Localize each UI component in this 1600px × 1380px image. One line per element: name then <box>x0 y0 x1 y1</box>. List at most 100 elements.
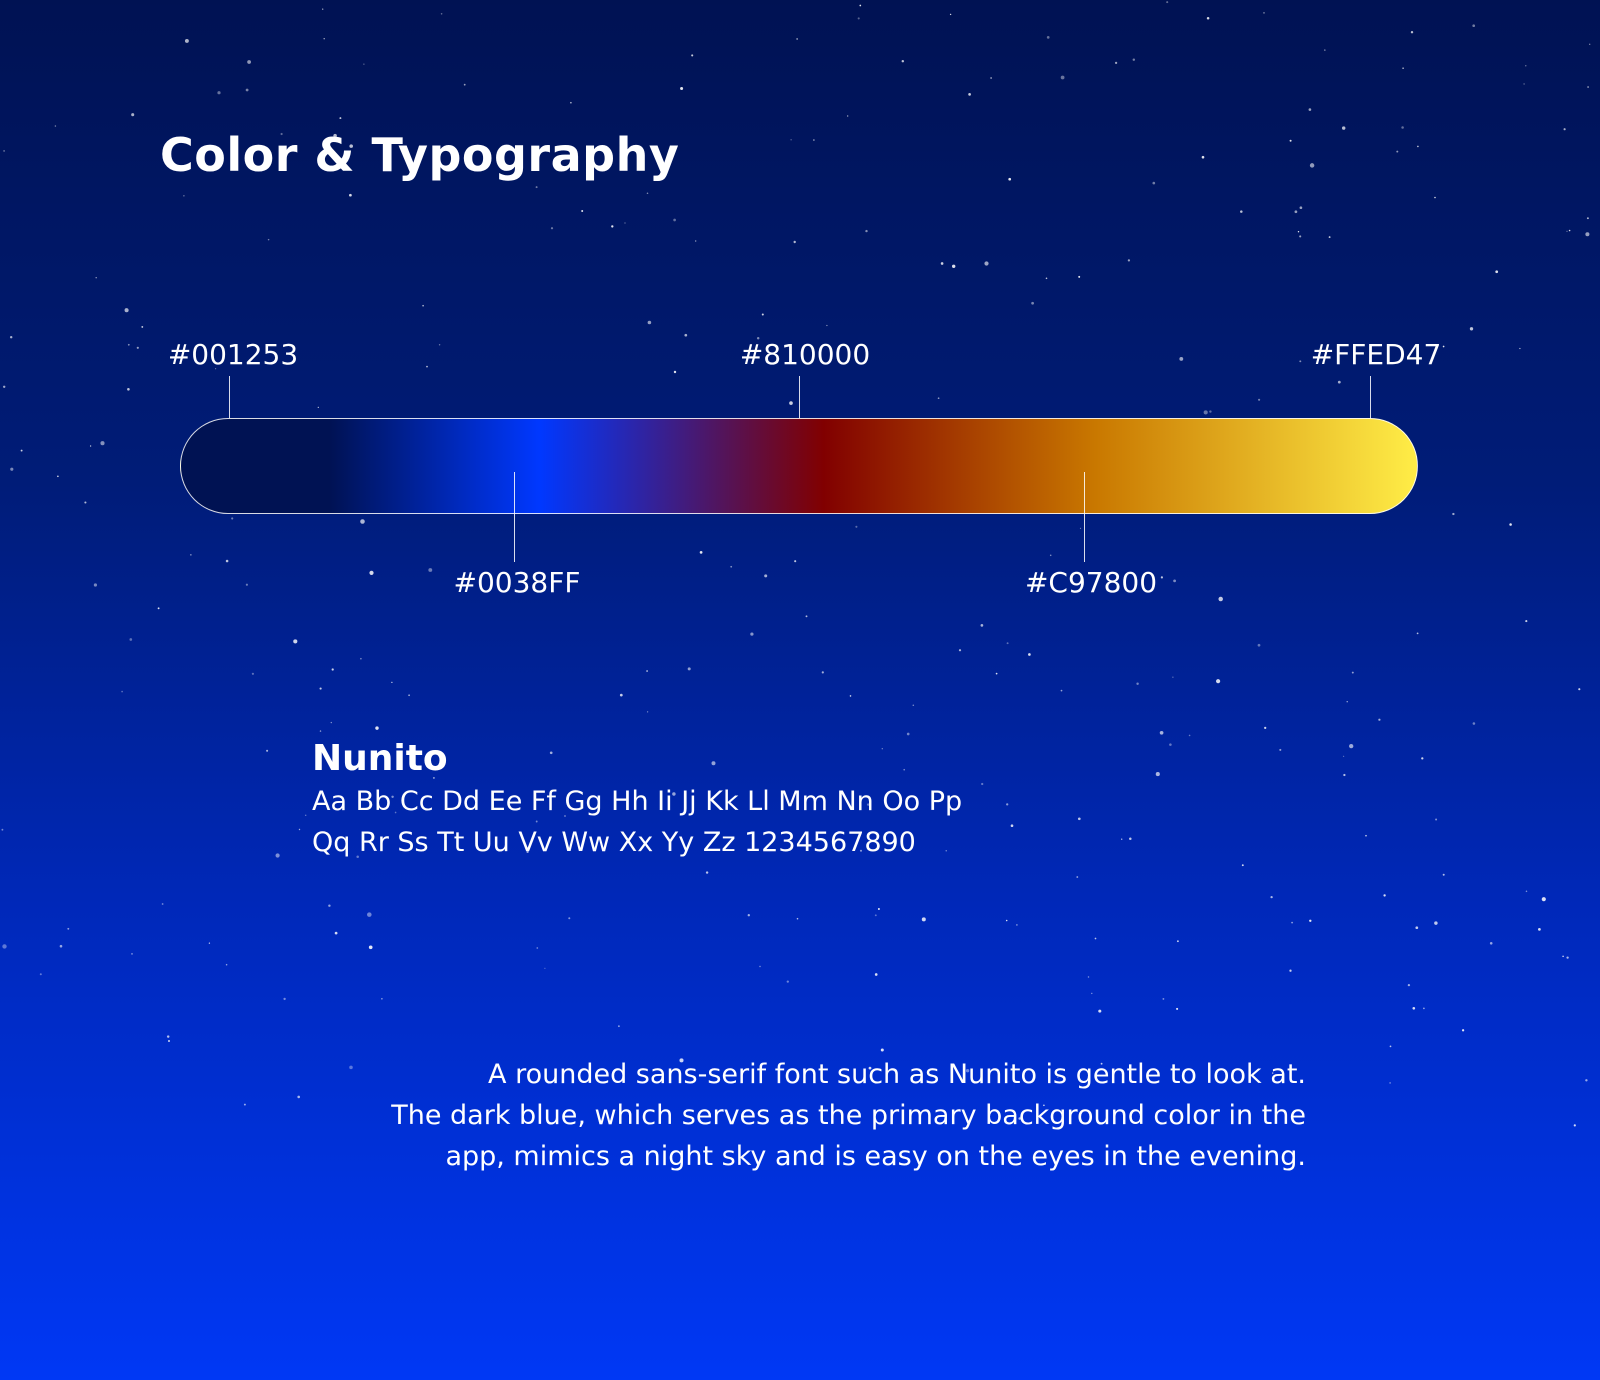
star-dot <box>849 695 852 697</box>
star-dot <box>59 944 63 948</box>
star-dot <box>796 917 799 920</box>
star-dot <box>618 1025 620 1028</box>
star-dot <box>1519 347 1521 350</box>
font-name: Nunito <box>312 738 448 779</box>
star-dot <box>1279 748 1282 751</box>
star-dot <box>1291 921 1294 924</box>
star-dot <box>408 694 410 697</box>
star-dot <box>1342 755 1345 757</box>
star-dot <box>1176 940 1179 943</box>
star-dot <box>1365 834 1367 837</box>
star-dot <box>980 624 984 627</box>
star-dot <box>568 917 571 920</box>
star-dot <box>990 77 992 79</box>
star-dot <box>1566 956 1569 959</box>
star-dot <box>1417 145 1419 148</box>
star-dot <box>1383 894 1386 897</box>
description-line-1: A rounded sans-serif font such as Nunito… <box>488 1059 1306 1090</box>
star-dot <box>426 365 428 368</box>
star-dot <box>794 560 797 563</box>
swatch-label-810000: #810000 <box>739 338 871 371</box>
star-dot <box>624 222 626 224</box>
star-dot <box>711 761 716 766</box>
star-dot <box>855 525 858 528</box>
star-dot <box>339 117 342 120</box>
star-dot <box>1495 270 1499 274</box>
alphabet-sample-line-2: Qq Rr Ss Tt Uu Vv Ww Xx Yy Zz 1234567890 <box>312 827 916 858</box>
star-dot <box>877 908 880 910</box>
star-dot <box>1538 928 1541 931</box>
star-dot <box>1328 236 1331 239</box>
star-dot <box>1589 43 1591 45</box>
swatch-tick-0038ff <box>514 472 515 562</box>
star-dot <box>949 13 952 16</box>
star-dot <box>168 1040 170 1042</box>
star-dot <box>360 519 365 524</box>
star-dot <box>1159 730 1164 735</box>
star-dot <box>1046 36 1050 39</box>
star-dot <box>136 346 139 349</box>
star-dot <box>57 475 59 478</box>
star-dot <box>1257 643 1261 647</box>
star-dot <box>1169 743 1172 746</box>
star-dot <box>981 782 984 786</box>
star-dot <box>1209 410 1212 413</box>
star-dot <box>157 607 160 610</box>
star-dot <box>1297 231 1300 233</box>
star-dot <box>1421 757 1424 760</box>
star-dot <box>1525 65 1527 67</box>
star-dot <box>1566 230 1568 232</box>
star-dot <box>1423 1007 1425 1010</box>
star-dot <box>322 8 324 10</box>
star-dot <box>687 667 691 671</box>
description-line-3: app, mimics a night sky and is easy on t… <box>445 1141 1306 1172</box>
star-dot <box>1203 410 1208 415</box>
star-dot <box>1166 1 1169 4</box>
star-dot <box>796 38 798 40</box>
star-dot <box>790 139 792 141</box>
star-dot <box>1132 58 1136 61</box>
star-dot <box>535 186 538 189</box>
star-dot <box>764 574 768 578</box>
star-dot <box>1401 126 1404 129</box>
star-dot <box>166 1035 170 1038</box>
star-dot <box>247 60 251 64</box>
star-dot <box>1008 177 1012 181</box>
star-dot <box>131 953 133 955</box>
star-dot <box>1 828 4 831</box>
star-dot <box>881 748 883 750</box>
star-dot <box>940 262 944 265</box>
description-paragraph: A rounded sans-serif font such as Nunito… <box>366 1054 1306 1177</box>
star-dot <box>826 324 828 327</box>
star-dot <box>705 871 709 874</box>
star-dot <box>9 335 13 339</box>
star-dot <box>695 240 697 242</box>
star-dot <box>761 313 764 316</box>
star-dot <box>1434 921 1438 925</box>
star-dot <box>1472 24 1476 28</box>
star-dot <box>789 401 793 405</box>
star-dot <box>1206 16 1210 20</box>
star-dot <box>3 149 6 152</box>
swatch-label-0038ff: #0038FF <box>453 566 581 599</box>
star-dot <box>217 91 221 95</box>
star-dot <box>84 501 87 504</box>
star-dot <box>1472 722 1476 725</box>
star-dot <box>1351 671 1354 674</box>
star-dot <box>1309 163 1315 168</box>
star-dot <box>921 917 926 922</box>
star-dot <box>334 931 338 935</box>
star-dot <box>1489 941 1493 945</box>
star-dot <box>906 732 910 736</box>
star-dot <box>1114 61 1118 65</box>
star-dot <box>349 1065 353 1070</box>
star-dot <box>759 965 761 968</box>
star-dot <box>1442 873 1445 876</box>
star-dot <box>1452 512 1455 516</box>
star-dot <box>463 83 466 86</box>
star-dot <box>275 853 280 858</box>
star-dot <box>20 449 23 452</box>
star-dot <box>1568 229 1571 232</box>
star-dot <box>691 54 694 57</box>
star-dot <box>266 749 269 752</box>
